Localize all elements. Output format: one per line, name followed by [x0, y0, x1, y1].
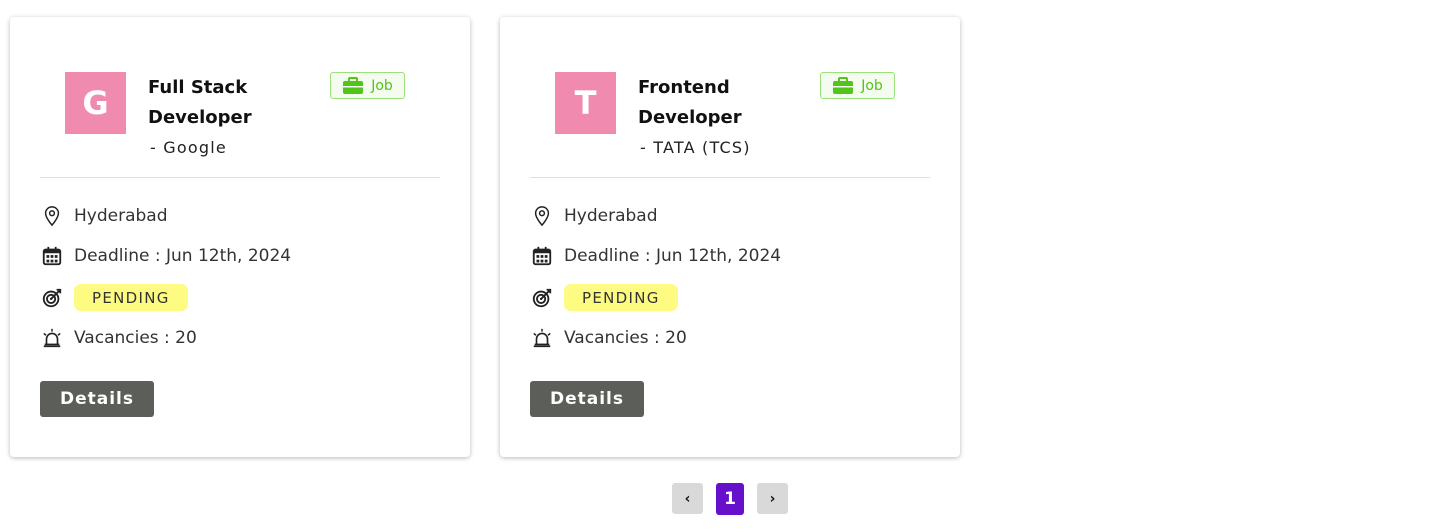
alarm-siren-icon — [40, 326, 64, 350]
deadline-row: Deadline : Jun 12th, 2024 — [40, 244, 291, 268]
briefcase-icon — [343, 76, 364, 94]
status-badge: PENDING — [564, 284, 678, 311]
target-icon — [530, 286, 554, 310]
company-avatar: T — [555, 72, 616, 134]
divider — [530, 177, 930, 178]
company-avatar: G — [65, 72, 126, 134]
location-row: Hyderabad — [530, 204, 658, 228]
vacancies-row: Vacancies : 20 — [530, 326, 687, 350]
company-name: - TATA (TCS) — [640, 138, 751, 157]
job-type-badge: Job — [330, 72, 405, 99]
job-type-badge: Job — [820, 72, 895, 99]
target-icon — [40, 286, 64, 310]
status-badge: PENDING — [74, 284, 188, 311]
company-name: - Google — [150, 138, 227, 157]
deadline-text: Deadline : Jun 12th, 2024 — [564, 246, 782, 266]
status-row: PENDING — [530, 284, 678, 311]
map-pin-icon — [530, 204, 554, 228]
job-card: T Frontend Developer - TATA (TCS) Job Hy… — [500, 17, 960, 457]
vacancies-row: Vacancies : 20 — [40, 326, 197, 350]
job-type-label: Job — [371, 77, 393, 94]
vacancies-text: Vacancies : 20 — [74, 328, 197, 348]
prev-page-button[interactable]: ‹ — [672, 483, 703, 514]
details-button[interactable]: Details — [530, 381, 644, 417]
job-title: Full Stack Developer — [148, 77, 252, 128]
divider — [40, 177, 440, 178]
job-card: G Full Stack Developer - Google Job Hyde… — [10, 17, 470, 457]
page-1-button[interactable]: 1 — [716, 483, 744, 515]
next-page-button[interactable]: › — [757, 483, 788, 514]
details-button[interactable]: Details — [40, 381, 154, 417]
briefcase-icon — [833, 76, 854, 94]
calendar-icon — [530, 244, 554, 268]
alarm-siren-icon — [530, 326, 554, 350]
calendar-icon — [40, 244, 64, 268]
job-title: Frontend Developer — [638, 77, 742, 128]
status-row: PENDING — [40, 284, 188, 311]
job-type-label: Job — [861, 77, 883, 94]
location-text: Hyderabad — [564, 206, 658, 226]
deadline-text: Deadline : Jun 12th, 2024 — [74, 246, 292, 266]
location-row: Hyderabad — [40, 204, 168, 228]
location-text: Hyderabad — [74, 206, 168, 226]
vacancies-text: Vacancies : 20 — [564, 328, 687, 348]
map-pin-icon — [40, 204, 64, 228]
deadline-row: Deadline : Jun 12th, 2024 — [530, 244, 781, 268]
